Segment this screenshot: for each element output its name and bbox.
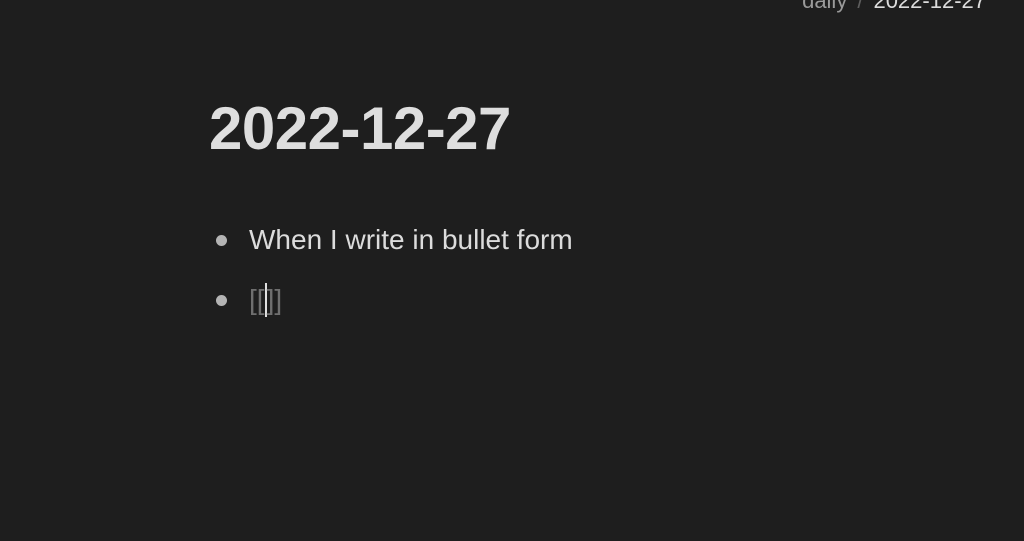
bullet-dot-icon[interactable] (216, 234, 227, 246)
wikilink-close: ]] (266, 284, 283, 315)
bullet-dot-icon[interactable] (216, 294, 227, 306)
list-item[interactable]: When I write in bullet form (216, 210, 573, 270)
wikilink-brackets[interactable]: [[]] (249, 283, 282, 317)
note-title[interactable]: 2022-12-27 (209, 93, 511, 165)
breadcrumb-folder[interactable]: daily (802, 0, 847, 14)
breadcrumb-separator: / (857, 0, 864, 13)
wikilink-open: [[ (249, 284, 265, 315)
list-item[interactable]: [[]] (216, 270, 573, 330)
bullet-list: When I write in bullet form [[]] (216, 210, 573, 330)
breadcrumb-file[interactable]: 2022-12-27 (873, 0, 986, 14)
breadcrumb: daily / 2022-12-27 (802, 0, 986, 14)
list-item-text[interactable]: When I write in bullet form (249, 224, 573, 256)
